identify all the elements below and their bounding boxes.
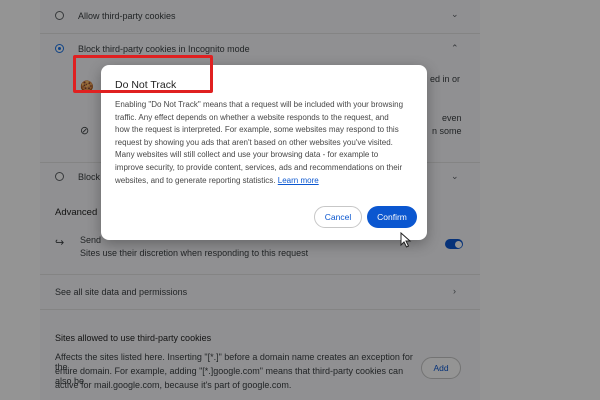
dialog-body-line: websites, and to generate reporting stat… bbox=[115, 175, 276, 185]
confirm-button[interactable]: Confirm bbox=[367, 206, 417, 228]
dialog-body-line: how the request is interpreted. For exam… bbox=[115, 125, 399, 135]
cancel-button[interactable]: Cancel bbox=[314, 206, 362, 228]
dialog-body: Enabling "Do Not Track" means that a req… bbox=[115, 99, 415, 187]
dialog-body-line: Enabling "Do Not Track" means that a req… bbox=[115, 100, 404, 109]
learn-more-link[interactable]: Learn more bbox=[278, 176, 319, 185]
dialog-body-line: Many websites will still collect and use… bbox=[115, 150, 379, 160]
dialog-body-line-last: websites, and to generate reporting stat… bbox=[115, 175, 415, 188]
dialog-body-line: request by showing you ads that aren't b… bbox=[115, 137, 393, 147]
mouse-cursor-icon bbox=[400, 232, 412, 248]
dialog-body-line: traffic. Any effect depends on whether a… bbox=[115, 112, 389, 122]
annotation-highlight-box bbox=[73, 55, 213, 93]
dialog-body-line: improve security, to provide content, se… bbox=[115, 162, 403, 172]
